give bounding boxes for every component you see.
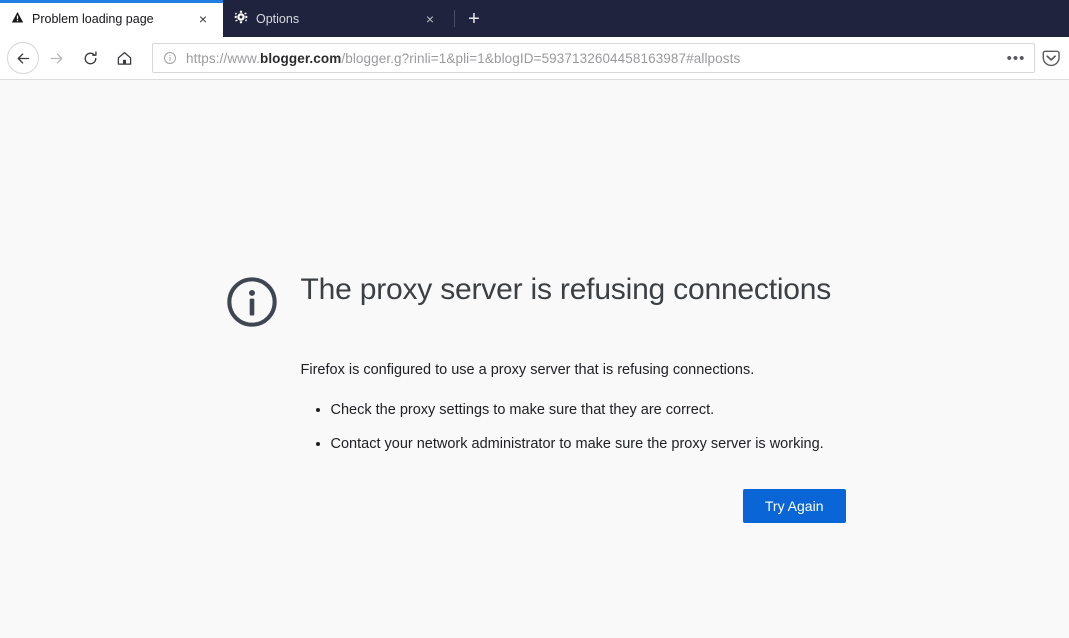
forward-arrow-icon — [48, 50, 65, 67]
gear-icon — [234, 10, 248, 27]
reload-button[interactable] — [73, 41, 107, 75]
info-circle-icon[interactable] — [163, 51, 177, 65]
back-button[interactable] — [7, 42, 39, 74]
tab-separator — [454, 10, 455, 27]
error-description: Firefox is configured to use a proxy ser… — [300, 362, 755, 378]
save-to-pocket-icon[interactable] — [1039, 46, 1061, 70]
url-domain: blogger.com — [259, 50, 342, 66]
page-title: The proxy server is refusing connections — [300, 273, 832, 306]
tab-title: Problem loading page — [32, 11, 154, 26]
forward-button — [39, 41, 73, 75]
info-circle-icon — [225, 275, 279, 334]
page-actions-icon[interactable]: ••• — [1004, 46, 1028, 70]
error-body: Firefox is configured to use a proxy ser… — [301, 360, 855, 455]
list-item: Contact your network administrator to ma… — [331, 434, 855, 456]
try-again-button[interactable]: Try Again — [742, 489, 846, 524]
browser-tab-problem-loading-page[interactable]: Problem loading page × — [0, 0, 223, 37]
warning-triangle-icon — [11, 11, 24, 27]
url-prefix: https://www. — [186, 50, 260, 66]
url-text[interactable]: https://www.blogger.com/blogger.g?rinli=… — [186, 51, 1004, 66]
neterror-page: The proxy server is refusing connections… — [215, 80, 855, 524]
tab-strip: Problem loading page × Options × + — [0, 0, 1069, 37]
tab-close-button[interactable]: × — [420, 9, 440, 29]
tab-close-button[interactable]: × — [193, 9, 213, 29]
browser-tab-options[interactable]: Options × — [223, 0, 450, 37]
back-arrow-icon — [15, 50, 32, 67]
reload-icon — [82, 50, 99, 67]
new-tab-button[interactable]: + — [459, 0, 489, 37]
error-header: The proxy server is refusing connections — [225, 272, 855, 334]
home-icon — [116, 50, 133, 67]
tab-title: Options — [256, 11, 300, 26]
url-suffix: /blogger.g?rinli=1&pli=1&blogID=59371326… — [341, 50, 741, 66]
list-item: Check the proxy settings to make sure th… — [331, 400, 855, 422]
url-bar[interactable]: https://www.blogger.com/blogger.g?rinli=… — [152, 43, 1035, 73]
home-button[interactable] — [107, 41, 141, 75]
page-content-area: The proxy server is refusing connections… — [0, 80, 1069, 637]
error-button-row: Try Again — [301, 489, 855, 524]
navigation-toolbar: https://www.blogger.com/blogger.g?rinli=… — [0, 37, 1069, 80]
error-suggestion-list: Check the proxy settings to make sure th… — [331, 400, 855, 456]
